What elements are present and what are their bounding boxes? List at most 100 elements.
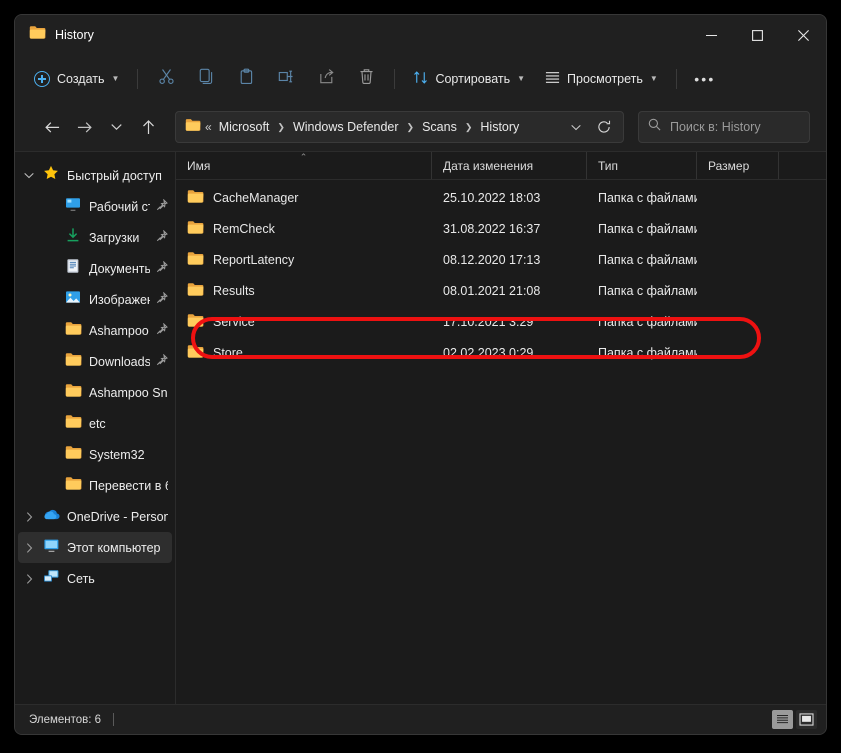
paste-button[interactable] xyxy=(227,63,265,95)
file-date-cell: 25.10.2022 18:03 xyxy=(443,190,541,205)
pin-icon[interactable] xyxy=(150,290,168,309)
breadcrumb-item-1[interactable]: Windows Defender xyxy=(289,118,403,136)
pin-icon xyxy=(156,290,168,308)
delete-button[interactable] xyxy=(347,63,385,95)
sidebar-item-13[interactable]: Сеть xyxy=(18,563,172,594)
sidebar-item-label: Документы xyxy=(89,261,150,276)
toolbar-separator-3 xyxy=(675,69,677,89)
sidebar-item-0[interactable]: Быстрый доступ xyxy=(18,160,172,191)
breadcrumb-folder-icon xyxy=(185,118,201,137)
close-button[interactable] xyxy=(780,15,826,55)
folder-icon xyxy=(187,220,204,238)
breadcrumb-separator[interactable]: ❯ xyxy=(276,122,286,133)
pin-icon xyxy=(156,259,168,277)
refresh-button[interactable] xyxy=(591,114,617,140)
breadcrumb-separator[interactable]: ❯ xyxy=(406,122,416,133)
table-row[interactable]: RemCheck 31.08.2022 16:37 Папка с файлами xyxy=(176,213,826,244)
file-date-cell: 31.08.2022 16:37 xyxy=(443,221,541,236)
sidebar-item-12[interactable]: Этот компьютер xyxy=(18,532,172,563)
address-dropdown-button[interactable] xyxy=(563,114,589,140)
breadcrumb-item-3[interactable]: History xyxy=(476,118,523,136)
sidebar-item-label: etc xyxy=(89,416,106,431)
title-bar: History xyxy=(15,15,826,55)
table-row[interactable]: ReportLatency 08.12.2020 17:13 Папка с фай… xyxy=(176,244,826,275)
sidebar-item-3[interactable]: Документы xyxy=(18,253,172,284)
sidebar-item-4[interactable]: Изображения xyxy=(18,284,172,315)
forward-button[interactable] xyxy=(69,112,99,142)
minimize-button[interactable] xyxy=(688,15,734,55)
table-row[interactable]: Store 02.02.2023 0:29 Папка с файлами xyxy=(176,337,826,368)
pin-icon[interactable] xyxy=(150,352,168,371)
sidebar-item-8[interactable]: etc xyxy=(18,408,172,439)
file-type-cell: Папка с файлами xyxy=(598,345,697,360)
sort-button[interactable]: Сортировать ▼ xyxy=(404,63,534,95)
breadcrumb-overflow[interactable]: « xyxy=(205,120,212,134)
cut-button[interactable] xyxy=(147,63,185,95)
breadcrumb-separator[interactable]: ❯ xyxy=(464,122,474,133)
new-button[interactable]: Создать ▼ xyxy=(25,63,128,95)
details-view-button[interactable] xyxy=(772,710,793,729)
search-box[interactable]: Поиск в: History xyxy=(638,111,810,143)
folder-icon xyxy=(65,476,82,496)
pin-icon[interactable] xyxy=(150,321,168,340)
sidebar-item-7[interactable]: Ashampoo Snap 9 xyxy=(18,377,172,408)
sidebar-item-label: Изображения xyxy=(89,292,150,307)
address-bar: « Microsoft ❯ Windows Defender ❯ Scans ❯… xyxy=(15,103,826,151)
sidebar-item-label: System32 xyxy=(89,447,145,462)
search-placeholder: Поиск в: History xyxy=(670,120,761,134)
chevron-down-icon: ▼ xyxy=(517,74,526,83)
sidebar-item-icon xyxy=(62,321,84,341)
table-row[interactable]: Service 17.10.2021 3:29 Папка с файлами xyxy=(176,306,826,337)
sidebar-item-1[interactable]: Рабочий стол xyxy=(18,191,172,222)
expander-icon[interactable] xyxy=(18,542,40,553)
expander-icon[interactable] xyxy=(18,511,40,522)
copy-button[interactable] xyxy=(187,63,225,95)
table-row[interactable]: CacheManager 25.10.2022 18:03 Папка с файл… xyxy=(176,182,826,213)
pin-icon[interactable] xyxy=(150,228,168,247)
breadcrumb-bar[interactable]: « Microsoft ❯ Windows Defender ❯ Scans ❯… xyxy=(175,111,624,143)
file-name-cell: RemCheck xyxy=(176,220,432,238)
share-icon xyxy=(318,68,335,90)
maximize-button[interactable] xyxy=(734,15,780,55)
file-date-cell: 08.12.2020 17:13 xyxy=(443,252,541,267)
sidebar-item-icon xyxy=(62,383,84,403)
sidebar-item-9[interactable]: System32 xyxy=(18,439,172,470)
file-name-cell: Results xyxy=(176,282,432,300)
item-count-label: Элементов: 6 xyxy=(29,713,102,726)
navigation-pane: Быстрый доступ Рабочий стол Загрузки Докуме… xyxy=(15,152,176,704)
expander-icon[interactable] xyxy=(18,172,40,179)
main-area: Быстрый доступ Рабочий стол Загрузки Докуме… xyxy=(15,151,826,704)
sidebar-item-label: OneDrive - Personal xyxy=(67,509,168,524)
column-header-type[interactable]: Тип xyxy=(587,152,697,179)
sidebar-item-10[interactable]: Перевести в брауз xyxy=(18,470,172,501)
sidebar-item-icon xyxy=(62,258,84,279)
sidebar-item-icon xyxy=(62,414,84,434)
recent-locations-button[interactable] xyxy=(101,112,131,142)
sidebar-item-5[interactable]: Ashampoo Sna xyxy=(18,315,172,346)
table-row[interactable]: Results 08.01.2021 21:08 Папка с файлами xyxy=(176,275,826,306)
view-button[interactable]: Просмотреть ▼ xyxy=(536,63,667,95)
sidebar-item-2[interactable]: Загрузки xyxy=(18,222,172,253)
rename-button[interactable] xyxy=(267,63,305,95)
file-name-label: CacheManager xyxy=(213,190,299,205)
expander-icon[interactable] xyxy=(18,573,40,584)
pin-icon[interactable] xyxy=(150,259,168,278)
share-button[interactable] xyxy=(307,63,345,95)
column-header-size[interactable]: Размер xyxy=(697,152,779,179)
up-button[interactable] xyxy=(133,112,163,142)
large-icons-view-button[interactable] xyxy=(796,710,817,729)
more-options-button[interactable]: ••• xyxy=(686,63,724,95)
column-header-name[interactable]: ⌃ Имя xyxy=(176,152,432,179)
back-button[interactable] xyxy=(37,112,67,142)
column-header-size-label: Размер xyxy=(708,158,750,173)
sidebar-item-label: Рабочий стол xyxy=(89,199,150,214)
sidebar-item-11[interactable]: OneDrive - Personal xyxy=(18,501,172,532)
toolbar-separator xyxy=(137,69,139,89)
breadcrumb-item-2[interactable]: Scans xyxy=(418,118,461,136)
window-title: History xyxy=(55,28,94,42)
column-header-date[interactable]: Дата изменения xyxy=(432,152,587,179)
sidebar-item-6[interactable]: Downloads xyxy=(18,346,172,377)
plus-icon xyxy=(34,71,50,87)
pin-icon[interactable] xyxy=(150,197,168,216)
breadcrumb-item-0[interactable]: Microsoft xyxy=(215,118,274,136)
